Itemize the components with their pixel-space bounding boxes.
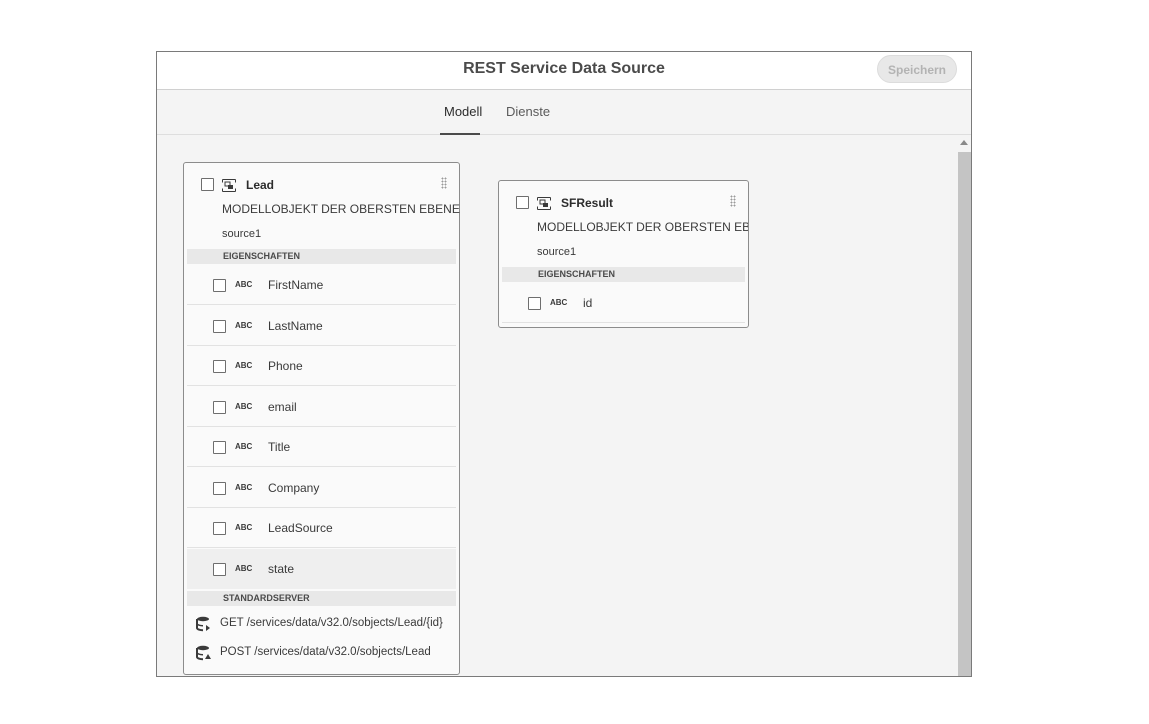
tab-bar: Modell Dienste xyxy=(157,90,971,135)
window-title: REST Service Data Source xyxy=(463,60,665,77)
service-label: POST /services/data/v32.0/sobjects/Lead xyxy=(220,646,431,658)
database-post-icon xyxy=(196,645,211,661)
properties-header: EIGENSCHAFTEN xyxy=(187,249,456,264)
property-name: Title xyxy=(268,440,291,454)
title-bar: REST Service Data Source Speichern xyxy=(157,52,971,90)
property-checkbox[interactable] xyxy=(213,522,226,535)
card-source: source1 xyxy=(222,228,262,240)
property-checkbox[interactable] xyxy=(213,320,226,333)
string-type-icon: ABC xyxy=(235,361,253,370)
property-checkbox[interactable] xyxy=(213,401,226,414)
property-name: LeadSource xyxy=(268,521,333,535)
card-checkbox[interactable] xyxy=(201,178,214,191)
scroll-up-arrow-icon[interactable] xyxy=(960,140,968,145)
string-type-icon: ABC xyxy=(235,442,253,451)
string-type-icon: ABC xyxy=(235,402,253,411)
drag-handle-icon[interactable] xyxy=(730,195,736,207)
property-checkbox[interactable] xyxy=(213,360,226,373)
data-source-editor-window: REST Service Data Source Speichern Model… xyxy=(156,51,972,677)
property-row[interactable]: ABC FirstName xyxy=(187,265,456,305)
database-get-icon xyxy=(196,616,210,632)
property-name: id xyxy=(583,296,593,310)
model-object-icon xyxy=(537,197,551,210)
string-type-icon: ABC xyxy=(550,298,568,307)
property-name: state xyxy=(268,562,295,576)
property-name: email xyxy=(268,400,297,414)
scrollbar-thumb[interactable] xyxy=(958,152,971,676)
card-description: MODELLOBJEKT DER OBERSTEN EBENE xyxy=(222,202,460,216)
service-get-lead[interactable]: GET /services/data/v32.0/sobjects/Lead/{… xyxy=(184,612,456,636)
property-row[interactable]: ABC email xyxy=(187,387,456,427)
property-name: Company xyxy=(268,481,320,495)
property-checkbox[interactable] xyxy=(213,441,226,454)
property-name: LastName xyxy=(268,319,323,333)
property-row[interactable]: ABC Phone xyxy=(187,346,456,386)
card-source: source1 xyxy=(537,246,577,258)
string-type-icon: ABC xyxy=(235,280,253,289)
property-row[interactable]: ABC LastName xyxy=(187,306,456,346)
string-type-icon: ABC xyxy=(235,321,253,330)
properties-header: EIGENSCHAFTEN xyxy=(502,267,745,282)
string-type-icon: ABC xyxy=(235,523,253,532)
property-row[interactable]: ABC LeadSource xyxy=(187,508,456,548)
property-checkbox[interactable] xyxy=(528,297,541,310)
property-checkbox[interactable] xyxy=(213,563,226,576)
drag-handle-icon[interactable] xyxy=(441,177,447,189)
vertical-scrollbar[interactable] xyxy=(958,136,971,676)
string-type-icon: ABC xyxy=(235,564,253,573)
card-checkbox[interactable] xyxy=(516,196,529,209)
property-row[interactable]: ABC id xyxy=(502,283,745,323)
property-name: FirstName xyxy=(268,278,324,292)
model-card-sfresult[interactable]: SFResult MODELLOBJEKT DER OBERSTEN EBENE… xyxy=(498,180,749,328)
string-type-icon: ABC xyxy=(235,483,253,492)
card-description: MODELLOBJEKT DER OBERSTEN EBENE xyxy=(537,220,749,234)
active-tab-indicator xyxy=(440,133,480,135)
save-button[interactable]: Speichern xyxy=(877,55,957,83)
service-post-lead[interactable]: POST /services/data/v32.0/sobjects/Lead xyxy=(184,641,456,665)
tab-dienste[interactable]: Dienste xyxy=(506,104,550,119)
property-checkbox[interactable] xyxy=(213,279,226,292)
property-checkbox[interactable] xyxy=(213,482,226,495)
property-row[interactable]: ABC Company xyxy=(187,468,456,508)
tab-modell[interactable]: Modell xyxy=(444,104,482,119)
property-name: Phone xyxy=(268,359,303,373)
property-row[interactable]: ABC Title xyxy=(187,427,456,467)
property-row[interactable]: ABC state xyxy=(187,549,456,589)
service-label: GET /services/data/v32.0/sobjects/Lead/{… xyxy=(220,617,443,629)
card-title: Lead xyxy=(246,178,275,192)
card-title: SFResult xyxy=(561,196,614,210)
model-card-lead[interactable]: Lead MODELLOBJEKT DER OBERSTEN EBENE sou… xyxy=(183,162,460,675)
services-header: STANDARDSERVER xyxy=(187,591,456,606)
model-object-icon xyxy=(222,179,236,192)
